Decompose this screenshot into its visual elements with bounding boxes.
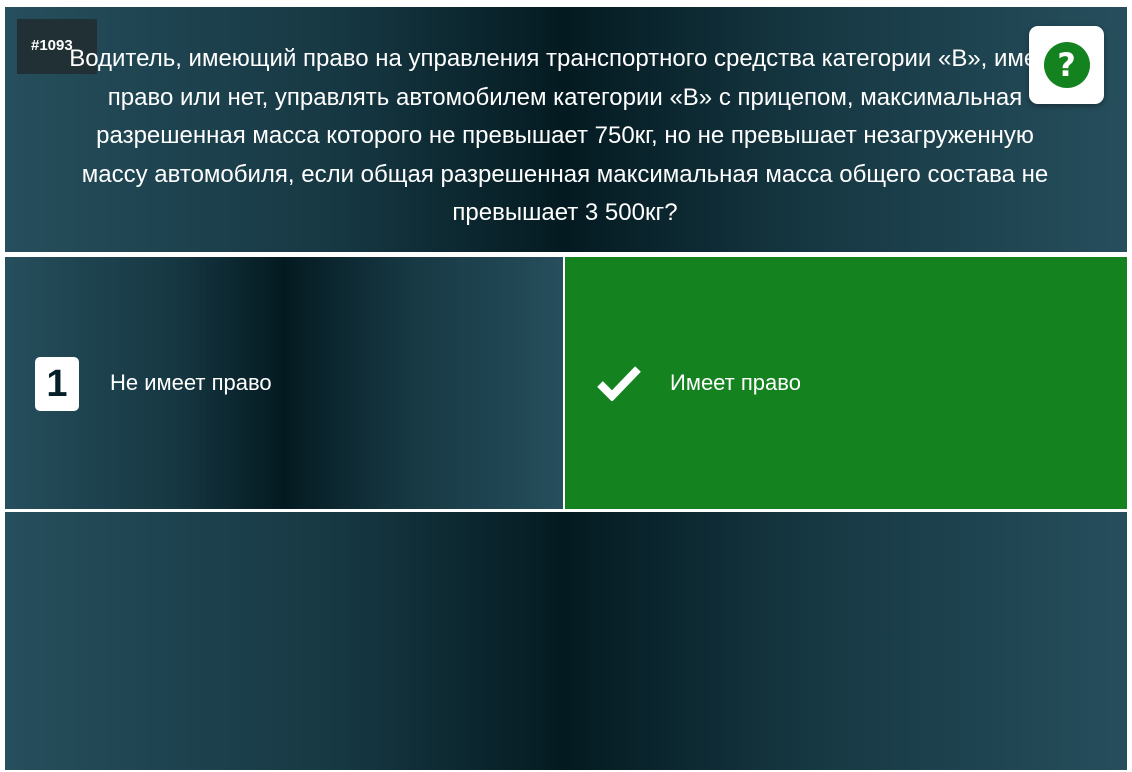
answer-number-badge: 1	[35, 357, 79, 411]
question-text: Водитель, имеющий право на управления тр…	[69, 45, 1061, 226]
help-button[interactable]: ?	[1029, 26, 1104, 104]
checkmark-icon	[597, 366, 641, 401]
answer-option-2-selected[interactable]: Имеет право	[565, 257, 1127, 509]
image-area	[5, 512, 1127, 770]
question-panel: #1093 Водитель, имеющий право на управле…	[5, 7, 1127, 252]
question-mark-icon: ?	[1043, 42, 1090, 88]
answer-option-1[interactable]: 1 Не имеет право	[5, 257, 563, 509]
answer-label: Имеет право	[670, 370, 801, 395]
answer-label: Не имеет право	[110, 370, 272, 395]
